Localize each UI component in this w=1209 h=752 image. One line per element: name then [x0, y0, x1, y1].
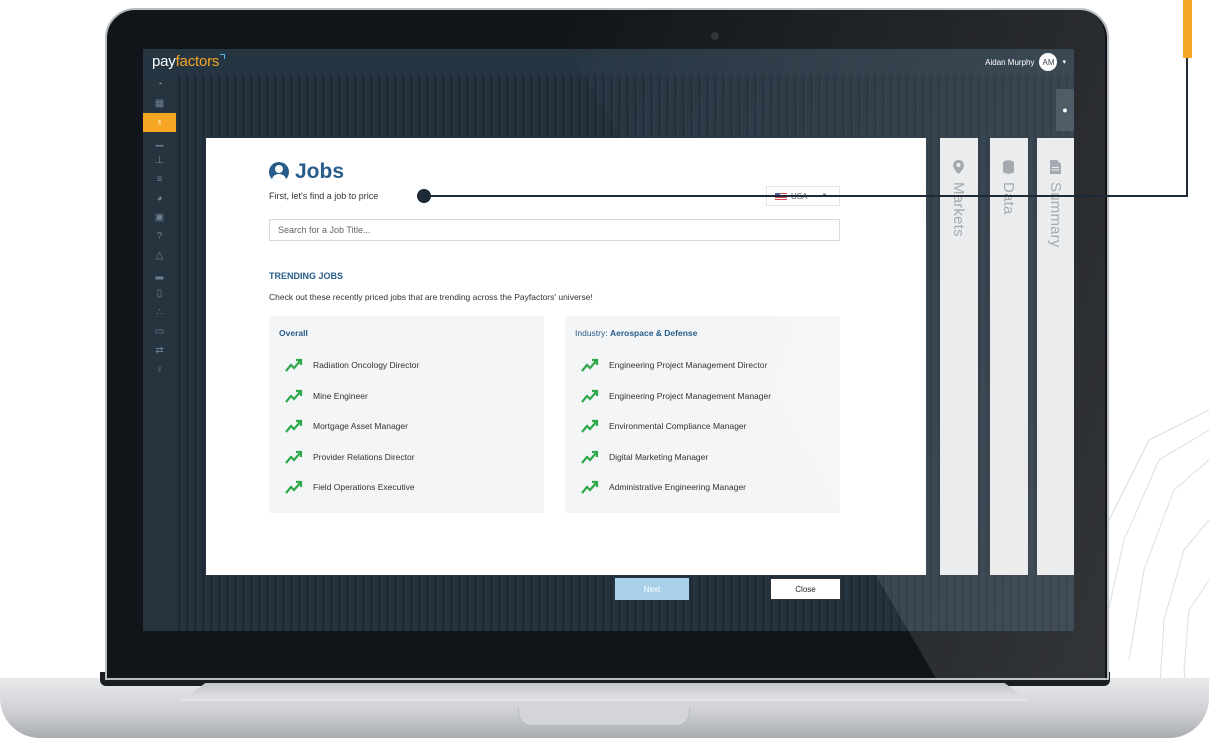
- list-item[interactable]: Digital Marketing Manager: [581, 442, 771, 473]
- tab-markets[interactable]: Markets: [940, 138, 978, 575]
- job-title: Mine Engineer: [313, 390, 368, 401]
- job-title: Engineering Project Management Director: [609, 360, 768, 371]
- calculator-icon[interactable]: ▦: [143, 94, 176, 113]
- trending-up-icon: [285, 450, 303, 464]
- trending-up-icon: [581, 420, 599, 433]
- exchange-icon[interactable]: ⇄: [143, 341, 176, 360]
- user-menu[interactable]: Aidan Murphy AM ▾: [985, 53, 1066, 71]
- sitemap-icon[interactable]: ⊥: [143, 151, 176, 170]
- trending-up-icon: [581, 450, 599, 464]
- trending-heading: TRENDING JOBS: [269, 271, 344, 281]
- logo-suffix: factors: [175, 53, 220, 70]
- pie-chart-icon[interactable]: ◕: [143, 189, 176, 208]
- list-item[interactable]: Radiation Oncology Director: [285, 350, 419, 381]
- job-title: Provider Relations Director: [313, 451, 415, 462]
- callout-dot: [417, 189, 431, 203]
- marketing-stage: payfactors Aidan Murphy AM ▾ ◔ ▦ ♁ ▁ ⊥ ≡…: [0, 0, 1209, 752]
- list-item[interactable]: Mortgage Asset Manager: [285, 411, 419, 442]
- truck-icon[interactable]: ▣: [143, 208, 176, 227]
- laptop-keyboard-edge: [180, 683, 1030, 701]
- industry-name: Aerospace & Defense: [609, 328, 698, 338]
- job-search-input[interactable]: [269, 219, 840, 241]
- close-button[interactable]: Close: [770, 578, 841, 600]
- tab-summary[interactable]: Summary: [1037, 138, 1074, 575]
- list-item[interactable]: Field Operations Executive: [285, 472, 419, 503]
- callout-line: [1186, 58, 1188, 196]
- list-item[interactable]: Provider Relations Director: [285, 442, 419, 473]
- trending-up-icon: [285, 481, 303, 494]
- industry-label: Industry:: [575, 328, 610, 338]
- page-title: Jobs: [295, 160, 345, 183]
- overall-title: Overall: [279, 328, 308, 338]
- id-card-icon[interactable]: ▭: [143, 322, 176, 341]
- jobs-modal: Jobs First, let's find a job to price US…: [206, 138, 926, 600]
- job-title: Radiation Oncology Director: [313, 360, 420, 371]
- trending-up-icon: [285, 359, 303, 372]
- area-chart-icon[interactable]: ▁: [143, 132, 176, 151]
- tab-label: Summary: [1047, 182, 1064, 248]
- job-title: Engineering Project Management Manager: [609, 390, 772, 401]
- modal-subtitle: First, let's find a job to price: [269, 191, 379, 201]
- tab-data[interactable]: Data: [990, 138, 1028, 575]
- avatar[interactable]: AM: [1039, 53, 1058, 71]
- trending-up-icon: [581, 481, 599, 494]
- bar-chart-icon[interactable]: ▂: [143, 265, 176, 284]
- users-icon[interactable]: ∴: [143, 303, 176, 322]
- camera-icon: [711, 32, 719, 40]
- job-title: Environmental Compliance Manager: [609, 421, 747, 432]
- trending-up-icon: [581, 359, 599, 372]
- trending-up-icon: [581, 389, 599, 403]
- bell-icon[interactable]: △: [143, 246, 176, 265]
- job-title: Field Operations Executive: [313, 482, 415, 493]
- top-navbar: payfactors Aidan Murphy AM ▾: [143, 49, 1074, 75]
- trending-up-icon: [285, 420, 303, 433]
- user-name: Aidan Murphy: [985, 57, 1035, 67]
- laptop-screen: payfactors Aidan Murphy AM ▾ ◔ ▦ ♁ ▁ ⊥ ≡…: [143, 49, 1074, 631]
- left-sidebar: ◔ ▦ ♁ ▁ ⊥ ≡ ◕ ▣ ? △ ▂ ▯ ∴ ▭ ⇄ ♀: [143, 75, 176, 631]
- job-title: Mortgage Asset Manager: [313, 421, 408, 432]
- industry-title: Industry: Aerospace & Defense: [575, 328, 697, 338]
- callout-marker: [1183, 0, 1192, 58]
- job-title: Administrative Engineering Manager: [609, 482, 747, 493]
- file-icon: [1050, 160, 1061, 174]
- tab-label: Markets: [950, 182, 967, 237]
- list-icon[interactable]: ≡: [143, 170, 176, 189]
- dashboard-icon[interactable]: ◔: [143, 75, 176, 94]
- callout-line: [425, 195, 1188, 197]
- chat-icon[interactable]: ●: [1056, 89, 1074, 131]
- job-title: Digital Marketing Manager: [609, 451, 709, 462]
- user-circle-icon: [269, 162, 289, 182]
- logo-prefix: pay: [152, 53, 176, 70]
- lightbulb-outline-icon[interactable]: ♀: [143, 360, 176, 379]
- logo-mark-icon: [220, 54, 226, 59]
- list-item[interactable]: Environmental Compliance Manager: [581, 411, 771, 442]
- database-icon: [1003, 160, 1014, 174]
- trending-up-icon: [285, 389, 303, 403]
- chevron-down-icon[interactable]: ▾: [1062, 58, 1066, 66]
- list-item[interactable]: Administrative Engineering Manager: [581, 472, 771, 503]
- payfactors-logo[interactable]: payfactors: [152, 53, 226, 70]
- next-button[interactable]: Next: [615, 578, 689, 600]
- industry-panel: Industry: Aerospace & Defense Engineerin…: [565, 316, 840, 513]
- map-marker-icon: [953, 160, 964, 174]
- industry-job-list: Engineering Project Management Director …: [581, 350, 771, 503]
- list-item[interactable]: Engineering Project Management Director: [581, 350, 771, 381]
- tab-label: Data: [1000, 182, 1017, 215]
- overall-job-list: Radiation Oncology Director Mine Enginee…: [285, 350, 419, 503]
- document-icon[interactable]: ▯: [143, 284, 176, 303]
- help-icon[interactable]: ?: [143, 227, 176, 246]
- trending-description: Check out these recently priced jobs tha…: [269, 292, 593, 302]
- overall-panel: Overall Radiation Oncology Director Mine…: [269, 316, 544, 513]
- modal-header: Jobs: [269, 160, 344, 184]
- list-item[interactable]: Mine Engineer: [285, 381, 419, 412]
- list-item[interactable]: Engineering Project Management Manager: [581, 381, 771, 412]
- lightbulb-icon[interactable]: ♁: [143, 113, 176, 132]
- laptop-notch: [518, 708, 690, 726]
